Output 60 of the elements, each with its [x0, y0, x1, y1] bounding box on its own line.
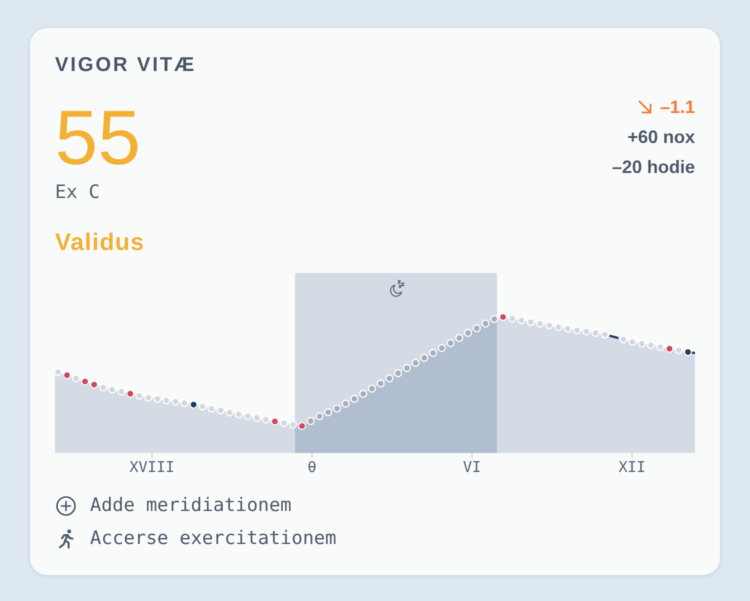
- data-dot: [135, 392, 144, 400]
- data-dot: [162, 396, 170, 404]
- sleep-dot: [490, 314, 498, 323]
- sleep-dot: [394, 369, 402, 378]
- data-dot: [619, 335, 628, 344]
- rating-label: Validus: [55, 229, 145, 257]
- data-dot: [252, 414, 261, 422]
- plus-circle-icon: [56, 496, 76, 516]
- axis-label: XII: [618, 458, 646, 476]
- alert-dot: [271, 418, 279, 426]
- axis-label: θ: [307, 458, 317, 476]
- sleep-dot: [359, 390, 368, 398]
- sleep-dot: [306, 417, 315, 426]
- sleep-dot: [472, 324, 481, 332]
- sleep-dot: [438, 344, 446, 352]
- alert-dot: [298, 422, 306, 430]
- data-dot: [674, 346, 683, 354]
- marker-dot: [190, 400, 198, 408]
- score-value: 55: [55, 100, 142, 177]
- marker-dash: [692, 352, 695, 354]
- sleep-dot: [412, 358, 420, 367]
- score-scale: Ex C: [55, 182, 101, 204]
- data-dot: [117, 388, 126, 396]
- alert-dot: [499, 313, 507, 321]
- add-button[interactable]: Adde meridiationem: [55, 489, 292, 522]
- data-dot: [153, 394, 162, 403]
- sleep-dot: [446, 339, 455, 348]
- data-dot: [582, 328, 590, 336]
- data-dot: [262, 416, 270, 424]
- running-person-icon: [56, 528, 76, 548]
- alert-dot: [126, 390, 134, 398]
- sleeping-moon-icon: [390, 280, 404, 296]
- card-title: VIGOR VITÆ: [55, 53, 198, 77]
- data-dot: [72, 374, 80, 382]
- data-dot: [564, 324, 572, 333]
- trend-detail: +60 nox: [626, 126, 695, 149]
- marker-dash: [609, 334, 619, 340]
- sleep-dot: [420, 354, 428, 362]
- sleep-dot: [342, 400, 350, 408]
- data-dot: [508, 314, 516, 323]
- data-dot: [108, 386, 116, 394]
- trend-detail: –20 hodie: [612, 156, 695, 179]
- data-dot: [545, 321, 554, 330]
- data-dot: [244, 412, 252, 420]
- data-dot: [638, 340, 646, 348]
- workout-button[interactable]: Accerse exercitationem: [55, 522, 336, 555]
- marker-dot: [684, 348, 692, 356]
- sleep-dot: [324, 408, 332, 416]
- data-dot: [216, 406, 225, 414]
- data-dot: [234, 410, 243, 418]
- data-dot: [280, 419, 288, 428]
- axis-label: XVIII: [129, 458, 175, 476]
- sleep-dot: [350, 394, 358, 403]
- trend-change: –1.1: [660, 96, 695, 119]
- sleep-dot: [385, 374, 394, 382]
- alert-dot: [63, 371, 71, 380]
- axis-label: VI: [462, 458, 482, 476]
- alert-dot: [666, 344, 674, 353]
- data-dot: [226, 408, 234, 416]
- sleep-dot: [368, 384, 376, 393]
